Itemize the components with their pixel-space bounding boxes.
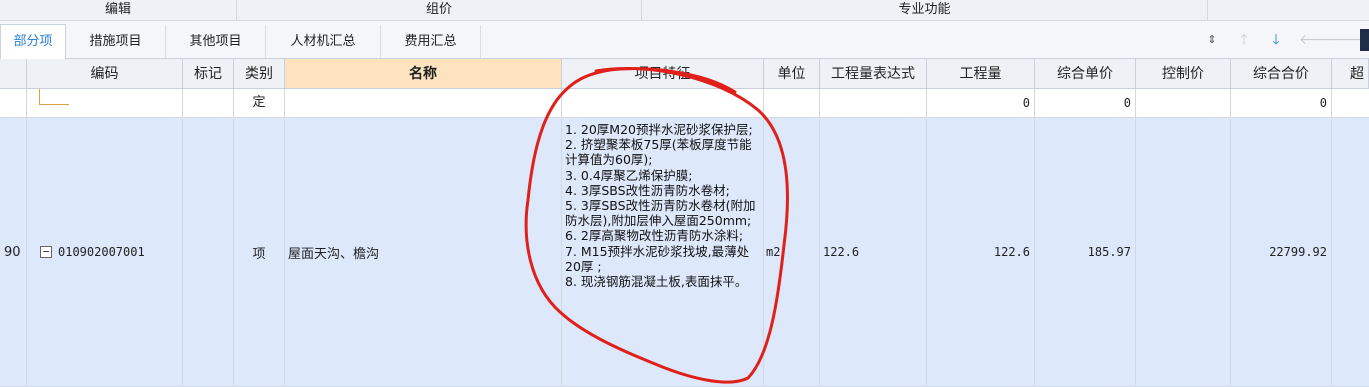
code-value: 010902007001 <box>58 245 145 259</box>
header-control-price[interactable]: 控制价 <box>1136 59 1231 89</box>
header-name[interactable]: 名称 <box>285 59 562 89</box>
expand-toggle-icon[interactable]: ⇕ <box>1203 30 1221 50</box>
arrow-left-icon[interactable]: 🡐 <box>1299 30 1337 50</box>
table-row-qty[interactable]: 122.6 <box>927 118 1035 387</box>
table-row-rowno <box>0 89 27 118</box>
tab-sub-items[interactable]: 部分项 <box>0 24 66 59</box>
header-over[interactable]: 超 <box>1332 59 1369 89</box>
table-row-total[interactable]: 22799.92 <box>1231 118 1332 387</box>
table-row-code[interactable]: − 010902007001 <box>27 118 183 387</box>
table-row-type[interactable]: 定 <box>234 89 285 118</box>
collapse-icon[interactable]: − <box>40 246 52 258</box>
table-row-over[interactable] <box>1332 118 1369 387</box>
table-row-qty[interactable]: 0 <box>927 89 1035 118</box>
table-row-unit-price[interactable]: 0 <box>1035 89 1136 118</box>
header-feature[interactable]: 项目特征 <box>562 59 764 89</box>
table-row-control-price[interactable] <box>1136 89 1231 118</box>
ribbon-bar: 编辑 组价 专业功能 <box>0 0 1369 21</box>
table-row-mark[interactable] <box>183 118 234 387</box>
tab-materials-summary[interactable]: 人材机汇总 <box>266 25 381 58</box>
table-row-total[interactable]: 0 <box>1231 89 1332 118</box>
table-row-feature[interactable]: 1. 20厚M20预拌水泥砂浆保护层; 2. 挤塑聚苯板75厚(苯板厚度节能计算… <box>562 118 764 387</box>
ribbon-group-professional: 专业功能 <box>642 0 1208 21</box>
header-total[interactable]: 综合合价 <box>1231 59 1332 89</box>
header-expr[interactable]: 工程量表达式 <box>820 59 927 89</box>
ribbon-group-edit: 编辑 <box>0 0 237 21</box>
scroll-edge <box>1360 29 1369 51</box>
header-unit-price[interactable]: 综合单价 <box>1035 59 1136 89</box>
table-row-mark[interactable] <box>183 89 234 118</box>
tab-measures[interactable]: 措施项目 <box>66 25 166 58</box>
table-row-code[interactable] <box>27 89 183 118</box>
tree-line <box>39 89 40 105</box>
header-type[interactable]: 类别 <box>234 59 285 89</box>
tree-branch <box>39 104 69 105</box>
tab-fee-summary[interactable]: 费用汇总 <box>381 25 481 58</box>
table-row-unit-price[interactable]: 185.97 <box>1035 118 1136 387</box>
bill-grid: 编码 标记 类别 名称 项目特征 单位 工程量表达式 工程量 综合单价 控制价 … <box>0 59 1369 387</box>
ribbon-group-pricing: 组价 <box>237 0 642 21</box>
table-row-unit[interactable] <box>764 89 820 118</box>
arrow-down-icon[interactable]: 🡓 <box>1267 30 1285 50</box>
table-row-expr[interactable] <box>820 89 927 118</box>
table-row-control-price[interactable] <box>1136 118 1231 387</box>
header-mark[interactable]: 标记 <box>183 59 234 89</box>
header-rowno <box>0 59 27 89</box>
table-row-expr[interactable]: 122.6 <box>820 118 927 387</box>
tab-other-items[interactable]: 其他项目 <box>166 25 266 58</box>
row-toolbar: ⇕ 🡑 🡓 🡐 🡒 <box>1195 21 1369 59</box>
table-row-rowno: 90 <box>0 118 27 387</box>
arrow-up-icon[interactable]: 🡑 <box>1235 30 1253 50</box>
table-row-unit[interactable]: m2 <box>764 118 820 387</box>
table-row-name[interactable] <box>285 89 562 118</box>
header-unit[interactable]: 单位 <box>764 59 820 89</box>
table-row-feature[interactable] <box>562 89 764 118</box>
table-row-over[interactable] <box>1332 89 1369 118</box>
table-row-name[interactable]: 屋面天沟、檐沟 <box>285 118 562 387</box>
tab-bar: 部分项 措施项目 其他项目 人材机汇总 费用汇总 <box>0 21 1369 59</box>
table-row-type[interactable]: 项 <box>234 118 285 387</box>
arrow-right-icon[interactable]: 🡒 <box>1329 30 1367 50</box>
header-code[interactable]: 编码 <box>27 59 183 89</box>
header-qty[interactable]: 工程量 <box>927 59 1035 89</box>
